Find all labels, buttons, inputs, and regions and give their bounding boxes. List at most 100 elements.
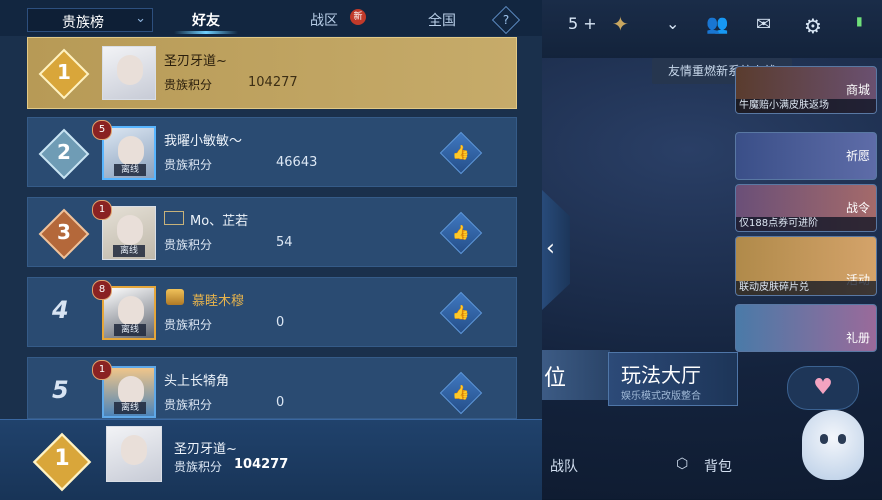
game-mode-hall-button[interactable]: 玩法大厅 娱乐模式改版整合: [608, 352, 738, 406]
like-button[interactable]: 👍: [439, 131, 483, 175]
chevron-left-icon: ‹: [546, 236, 555, 261]
level-badge: 1: [92, 360, 112, 380]
offline-tag: 离线: [114, 164, 146, 176]
gift-book-label: 礼册: [845, 331, 870, 345]
player-name: 慕睦木穆: [192, 294, 245, 309]
rank-number: 1: [57, 60, 71, 84]
ranking-row[interactable]: 4 离线 8 慕睦木穆 贵族积分 0 👍: [27, 277, 517, 347]
level-badge: 5: [92, 120, 112, 140]
rank-number: 5: [52, 376, 69, 404]
friend-count[interactable]: 5 +: [568, 14, 597, 33]
score-value: 54: [276, 235, 293, 250]
ranking-tab-bar: 贵族榜 ⌄ 好友 战区 新 全国 ?: [0, 0, 542, 36]
avatar[interactable]: [102, 46, 156, 100]
ranking-row[interactable]: 2 离线 5 我曜小敏敏～ 贵族积分 46643 👍: [27, 117, 517, 187]
like-button[interactable]: 👍: [439, 211, 483, 255]
lobby-top-bar: 5 + ✦ ⌄ 👥 ✉ ⚙ ▮: [542, 0, 882, 58]
ranking-row[interactable]: 1 圣刃牙道~ 贵族积分 104277: [27, 37, 517, 109]
backpack-button[interactable]: 背包: [704, 456, 732, 476]
level-badge: 8: [92, 280, 112, 300]
score-value: 0: [276, 315, 285, 330]
ranking-type-label: 贵族榜: [62, 15, 104, 31]
player-name: 圣刃牙道~: [164, 54, 227, 69]
mail-icon[interactable]: ✉: [756, 14, 771, 35]
rank-badge-gold: 1: [38, 48, 90, 100]
rank-number: 1: [54, 446, 70, 471]
my-rank-footer: 1 圣刃牙道~ 贵族积分 104277: [0, 419, 542, 500]
rank-badge-silver: 2: [38, 128, 90, 180]
vip-icon: [166, 289, 184, 305]
offline-tag: 离线: [114, 402, 146, 414]
thumbs-up-icon: 👍: [452, 385, 470, 401]
player-name: 我曜小敏敏～: [164, 134, 243, 149]
avatar-face: [118, 296, 144, 326]
battle-pass-label: 战令: [845, 201, 870, 215]
score-label: 贵族积分: [164, 158, 213, 172]
tab-national[interactable]: 全国: [428, 10, 456, 30]
rank-number: 4: [52, 296, 69, 324]
score-label: 贵族积分: [164, 398, 213, 412]
mascot-eye: [820, 434, 828, 444]
rank-badge-gold: 1: [32, 432, 92, 492]
avatar-face: [117, 55, 143, 85]
score-value: 104277: [234, 457, 289, 472]
event-caption: 联动皮肤碎片兑: [736, 281, 876, 295]
gift-book-card[interactable]: 礼册: [735, 304, 877, 352]
gear-icon[interactable]: ⚙: [804, 14, 822, 38]
active-tab-indicator: [174, 31, 238, 34]
title-icon: [164, 211, 184, 225]
shop-caption: 牛魔赔小满皮肤返场: [736, 99, 876, 113]
chevron-down-icon: ⌄: [135, 11, 146, 26]
mascot-eye: [838, 434, 846, 444]
event-card[interactable]: 活动 联动皮肤碎片兑: [735, 236, 877, 296]
ranked-mode-button[interactable]: 位: [540, 350, 610, 400]
mascot-assistant[interactable]: [802, 410, 864, 480]
nobility-ranking-panel: 贵族榜 ⌄ 好友 战区 新 全国 ? 1 圣刃牙道~ 贵族积分 104277 2…: [0, 0, 542, 500]
player-name: 圣刃牙道~: [174, 442, 237, 457]
avatar-face: [121, 435, 147, 465]
shop-card[interactable]: 商城 牛魔赔小满皮肤返场: [735, 66, 877, 114]
avatar[interactable]: [106, 426, 162, 482]
rank-number: 3: [57, 220, 71, 244]
chevron-down-icon[interactable]: ⌄: [666, 14, 679, 33]
rank-badge-bronze: 3: [38, 208, 90, 260]
battle-pass-caption: 仅188点券可进阶: [736, 217, 876, 231]
score-label: 贵族积分: [164, 318, 213, 332]
rank-emblem-icon[interactable]: ✦: [612, 12, 629, 36]
avatar-face: [118, 136, 144, 166]
like-button[interactable]: 👍: [439, 371, 483, 415]
avatar-face: [117, 215, 143, 245]
new-badge: 新: [350, 9, 366, 25]
score-value: 104277: [248, 75, 298, 90]
team-button[interactable]: 战队: [550, 456, 578, 476]
ranking-type-select[interactable]: 贵族榜 ⌄: [27, 8, 153, 32]
ranking-row[interactable]: 3 离线 1 Mo、芷若 贵族积分 54 👍: [27, 197, 517, 267]
like-button[interactable]: 👍: [439, 291, 483, 335]
score-label: 贵族积分: [164, 78, 213, 92]
wish-label: 祈愿: [845, 149, 870, 163]
battle-pass-card[interactable]: 战令 仅188点券可进阶: [735, 184, 877, 232]
tab-region[interactable]: 战区: [310, 10, 338, 30]
score-value: 46643: [276, 155, 318, 170]
tab-friends[interactable]: 好友: [192, 10, 220, 30]
help-icon[interactable]: ?: [491, 5, 521, 35]
level-badge: 1: [92, 200, 112, 220]
backpack-icon[interactable]: ⬡: [676, 456, 688, 472]
rank-number: 2: [57, 140, 71, 164]
mode-hall-subtitle: 娱乐模式改版整合: [621, 391, 701, 402]
player-name: Mo、芷若: [190, 214, 249, 229]
signal-icon: ▮: [856, 14, 863, 28]
player-name: 头上长犄角: [164, 374, 230, 389]
heart-icon[interactable]: ♥: [787, 366, 859, 410]
wish-card[interactable]: 祈愿: [735, 132, 877, 180]
offline-tag: 离线: [114, 324, 146, 336]
ranked-mode-label: 位: [544, 366, 567, 391]
offline-tag: 离线: [113, 245, 145, 257]
score-label: 贵族积分: [174, 460, 223, 474]
thumbs-up-icon: 👍: [452, 305, 470, 321]
friends-icon[interactable]: 👥: [706, 14, 728, 35]
score-value: 0: [276, 395, 285, 410]
thumbs-up-icon: 👍: [452, 225, 470, 241]
ranking-row[interactable]: 5 离线 1 头上长犄角 贵族积分 0 👍: [27, 357, 517, 419]
score-label: 贵族积分: [164, 238, 213, 252]
